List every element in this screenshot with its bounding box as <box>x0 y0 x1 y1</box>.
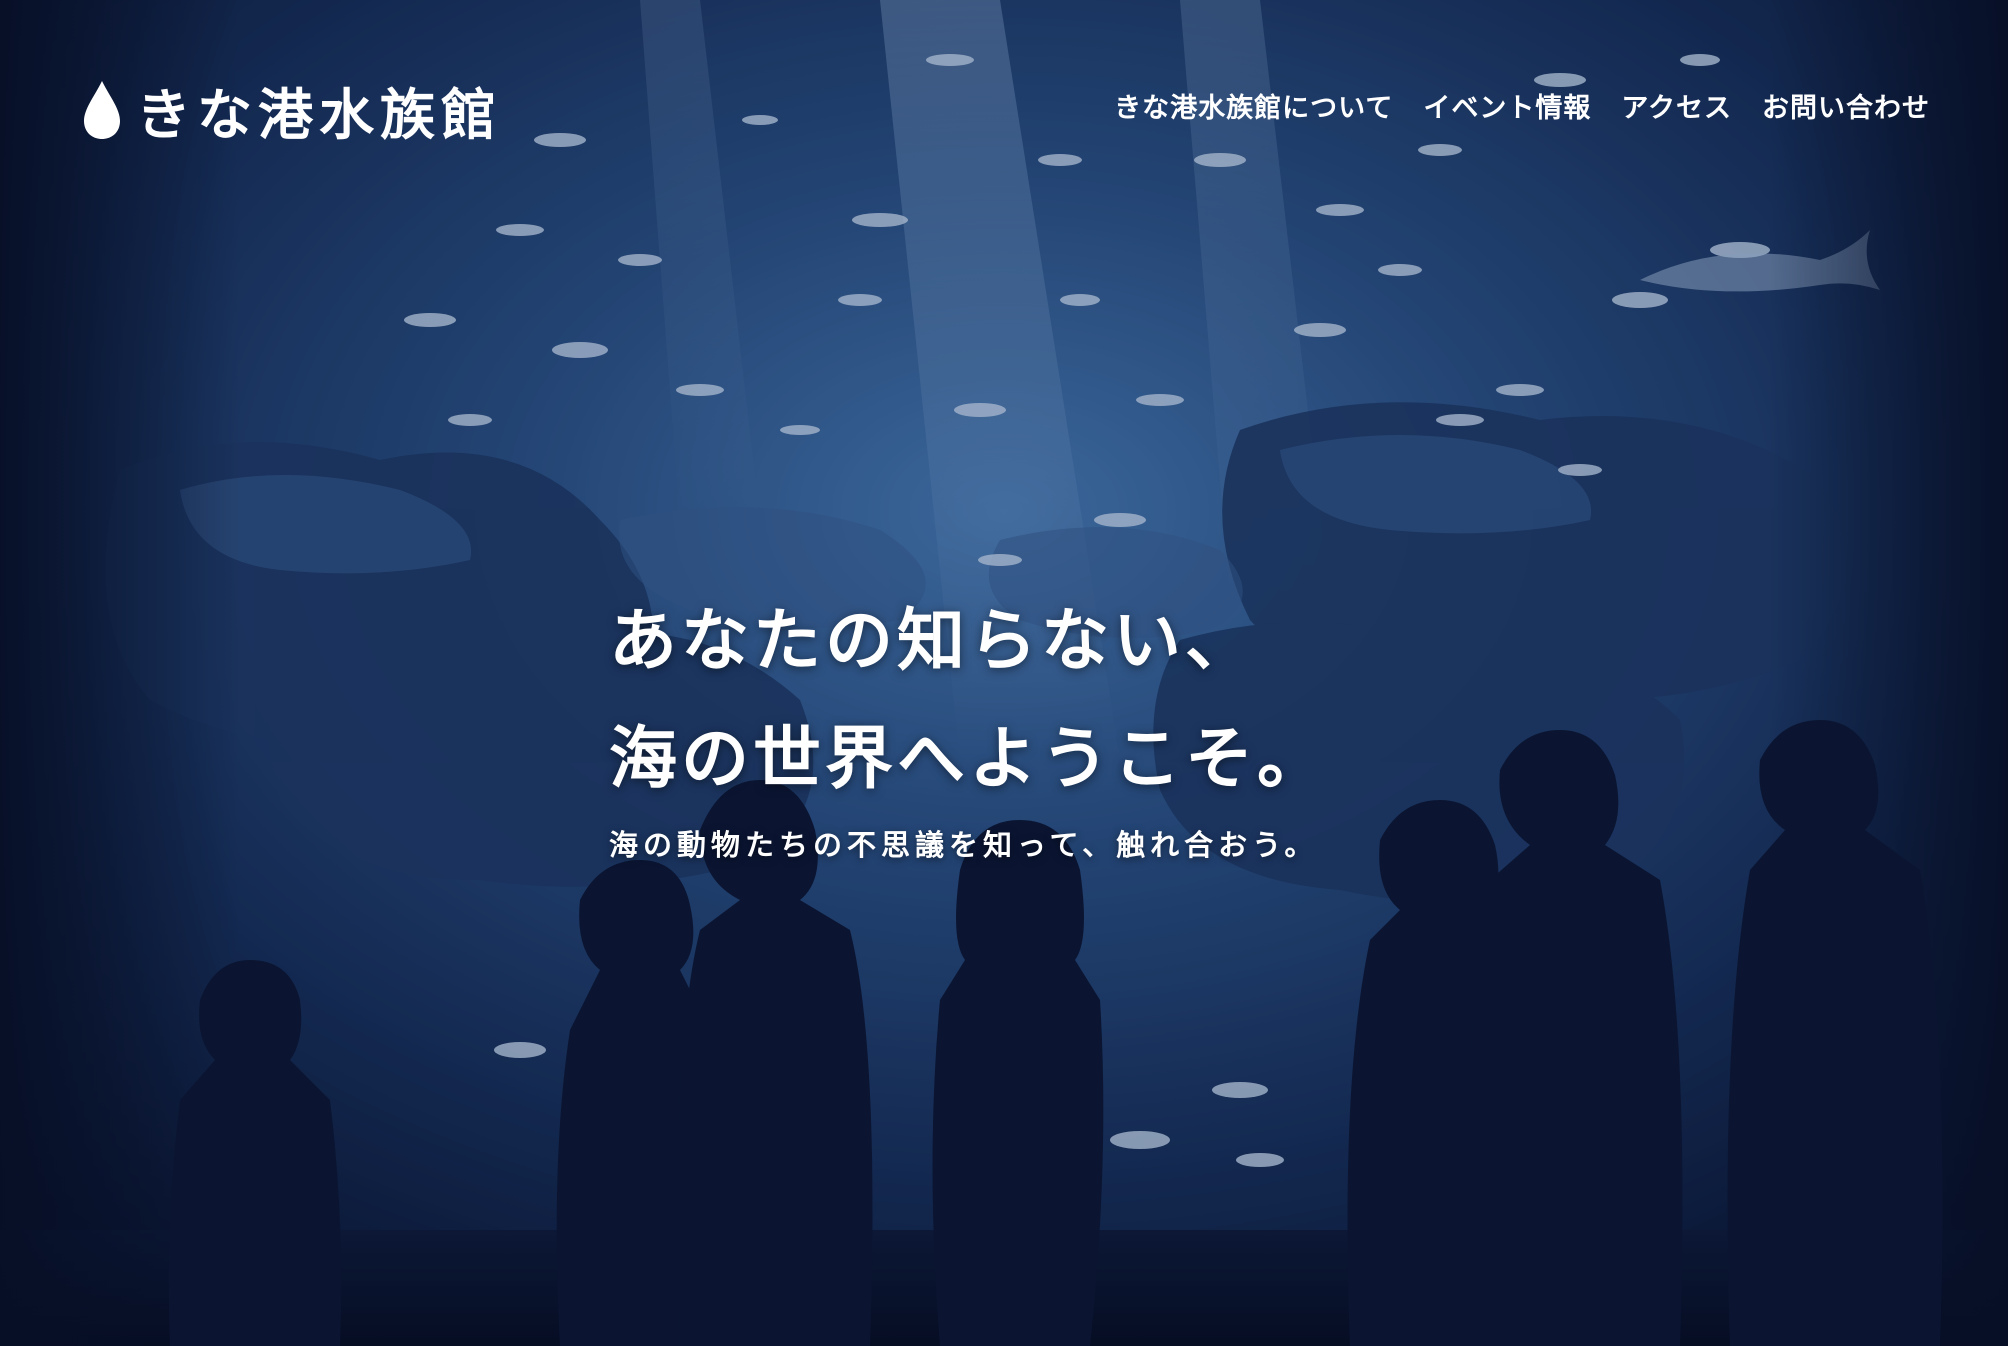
water-drop-icon <box>82 79 122 141</box>
logo-text: きな港水族館 <box>136 82 503 147</box>
hero-subline: 海の動物たちの不思議を知って、触れ合おう。 <box>608 828 1319 862</box>
main-nav: きな港水族館について イベント情報 アクセス お問い合わせ <box>1114 86 1930 125</box>
nav-item-events[interactable]: イベント情報 <box>1423 86 1591 125</box>
site-header: きな港水族館 きな港水族館について イベント情報 アクセス お問い合わせ <box>0 0 2008 220</box>
hero-catchcopy: あなたの知らない、 海の世界へようこそ。 海の動物たちの不思議を知って、触れ合お… <box>0 582 2008 864</box>
site-logo[interactable]: きな港水族館 <box>82 70 502 150</box>
nav-item-access[interactable]: アクセス <box>1621 86 1732 125</box>
nav-item-contact[interactable]: お問い合わせ <box>1762 86 1930 125</box>
hero-headline-line1: あなたの知らない、 <box>608 601 1257 681</box>
nav-item-about[interactable]: きな港水族館について <box>1114 86 1393 125</box>
hero-headline-line2: 海の世界へようこそ。 <box>608 719 1329 799</box>
